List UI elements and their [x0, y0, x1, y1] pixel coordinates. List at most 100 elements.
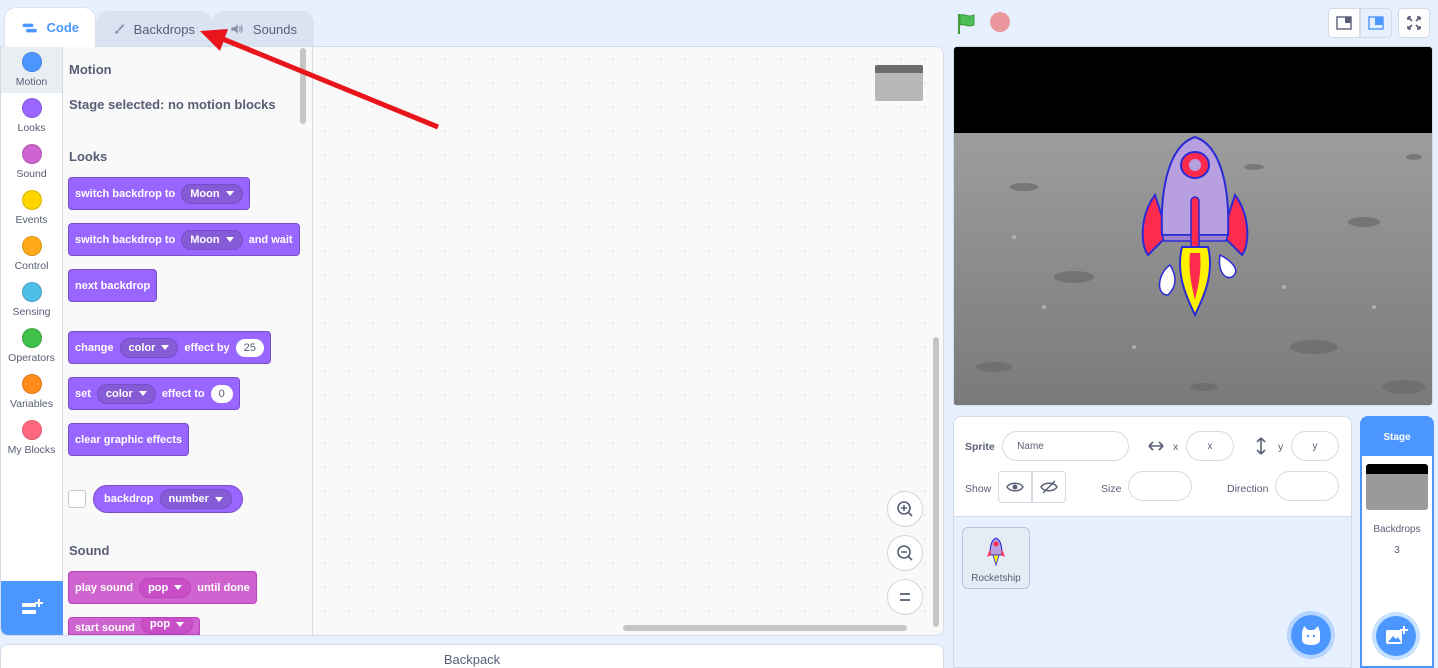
start-sound-block[interactable]: start sound pop	[68, 617, 201, 635]
y-label: y	[1278, 441, 1284, 453]
effect-value-input[interactable]: 0	[210, 384, 233, 403]
sprite-info-fields: Sprite Name x x y y Show Size Direction	[954, 417, 1351, 517]
zoom-out-button[interactable]	[887, 535, 923, 571]
stage-selector-header: Stage	[1362, 418, 1432, 456]
effect-dropdown[interactable]: color	[119, 337, 179, 358]
stop-icon[interactable]	[990, 12, 1010, 32]
large-stage-button[interactable]	[1360, 8, 1392, 38]
category-control[interactable]: Control	[1, 231, 62, 277]
large-stage-icon	[1368, 16, 1384, 30]
workspace-backdrop-thumbnail	[875, 65, 923, 101]
fullscreen-button[interactable]	[1398, 8, 1430, 38]
add-extension-icon	[22, 599, 43, 614]
category-menu: Motion Looks Sound Events Control Sensin…	[1, 47, 63, 635]
show-label: Show	[965, 483, 992, 495]
motion-section-title: Motion	[69, 62, 112, 77]
category-sound[interactable]: Sound	[1, 139, 62, 185]
sound-dropdown[interactable]: pop	[139, 577, 192, 598]
category-sensing[interactable]: Sensing	[1, 277, 62, 323]
direction-input[interactable]	[1275, 471, 1339, 501]
zoom-in-button[interactable]	[887, 491, 923, 527]
category-variables[interactable]: Variables	[1, 369, 62, 415]
tab-backdrops-label: Backdrops	[133, 21, 195, 37]
backdrop-dropdown[interactable]: Moon	[181, 229, 243, 250]
category-my-blocks[interactable]: My Blocks	[1, 415, 62, 461]
backpack-panel[interactable]: Backpack	[0, 644, 944, 668]
script-workspace[interactable]	[313, 47, 943, 635]
small-stage-button[interactable]	[1328, 8, 1360, 38]
effect-dropdown[interactable]: color	[96, 383, 156, 404]
category-events[interactable]: Events	[1, 185, 62, 231]
caret-down-icon	[225, 237, 234, 242]
switch-backdrop-block[interactable]: switch backdrop to Moon	[68, 177, 250, 210]
caret-down-icon	[138, 391, 147, 396]
sprite-info-panel: Sprite Name x x y y Show Size Direction …	[953, 416, 1352, 668]
category-looks[interactable]: Looks	[1, 93, 62, 139]
paintbrush-icon	[114, 23, 125, 34]
clear-graphic-effects-block[interactable]: clear graphic effects	[68, 423, 189, 456]
tab-code[interactable]: Code	[4, 7, 96, 47]
size-input[interactable]	[1128, 471, 1192, 501]
looks-dot-icon	[21, 98, 42, 118]
caret-down-icon	[214, 496, 223, 502]
effect-amount-input[interactable]: 25	[235, 338, 264, 357]
fullscreen-icon	[1407, 16, 1421, 30]
sprite-list: Rocketship	[954, 517, 1351, 667]
backdrops-count: 3	[1394, 545, 1400, 556]
change-effect-block[interactable]: change color effect by 25	[68, 331, 271, 364]
set-effect-block[interactable]: set color effect to 0	[68, 377, 240, 410]
category-motion[interactable]: Motion	[1, 47, 62, 93]
backdrop-reporter-block[interactable]: backdrop number	[93, 485, 243, 513]
cat-add-icon	[1302, 626, 1320, 645]
green-flag-icon[interactable]	[955, 12, 979, 36]
tab-code-label: Code	[46, 20, 80, 35]
caret-down-icon	[174, 585, 183, 590]
control-dot-icon	[21, 236, 42, 256]
small-stage-icon	[1336, 16, 1352, 30]
x-position-input[interactable]: x	[1186, 431, 1234, 461]
my-blocks-dot-icon	[21, 420, 42, 440]
annotation-arrow	[200, 29, 439, 130]
add-extension-button[interactable]	[1, 581, 63, 635]
backdrop-reporter-checkbox[interactable]	[68, 490, 86, 508]
stage-selector[interactable]: Stage Backdrops 3	[1360, 416, 1434, 668]
code-icon	[22, 23, 37, 32]
rocketship-sprite	[1141, 135, 1249, 318]
sprite-tile-label: Rocketship	[971, 573, 1021, 584]
switch-backdrop-and-wait-block[interactable]: switch backdrop to Moon and wait	[68, 223, 300, 256]
hide-sprite-button[interactable]	[1032, 471, 1066, 503]
y-position-input[interactable]: y	[1291, 431, 1339, 461]
backdrop-attribute-dropdown[interactable]: number	[159, 489, 232, 509]
looks-section-title: Looks	[69, 149, 108, 164]
caret-down-icon	[225, 191, 234, 196]
zoom-out-icon	[897, 545, 913, 561]
show-sprite-button[interactable]	[998, 471, 1032, 503]
caret-down-icon	[176, 621, 185, 627]
sprite-tile-rocketship[interactable]: Rocketship	[962, 527, 1030, 589]
category-operators[interactable]: Operators	[1, 323, 62, 369]
caret-down-icon	[161, 345, 170, 350]
next-backdrop-block[interactable]: next backdrop	[68, 269, 158, 302]
motion-dot-icon	[21, 52, 42, 72]
zoom-reset-button[interactable]	[887, 579, 923, 615]
x-label: x	[1173, 441, 1179, 453]
horizontal-arrows-icon	[1148, 441, 1164, 451]
backdrop-dropdown[interactable]: Moon	[181, 183, 243, 204]
sprite-name-input[interactable]: Name	[1002, 431, 1129, 461]
direction-label: Direction	[1227, 483, 1269, 495]
stage-canvas[interactable]	[953, 46, 1433, 406]
workspace-horizontal-scrollbar[interactable]	[623, 625, 907, 631]
choose-backdrop-button[interactable]	[1372, 612, 1420, 660]
sound-dot-icon	[21, 144, 42, 164]
size-label: Size	[1101, 483, 1122, 495]
sound-section-title: Sound	[69, 543, 110, 558]
eye-icon	[1006, 482, 1024, 492]
play-sound-until-done-block[interactable]: play sound pop until done	[68, 571, 257, 604]
vertical-arrows-icon	[1256, 437, 1266, 455]
sensing-dot-icon	[21, 282, 42, 302]
sound-dropdown[interactable]: pop	[140, 618, 194, 634]
operators-dot-icon	[21, 328, 42, 348]
choose-sprite-button[interactable]	[1287, 611, 1335, 659]
workspace-vertical-scrollbar[interactable]	[933, 337, 939, 627]
events-dot-icon	[21, 190, 42, 210]
